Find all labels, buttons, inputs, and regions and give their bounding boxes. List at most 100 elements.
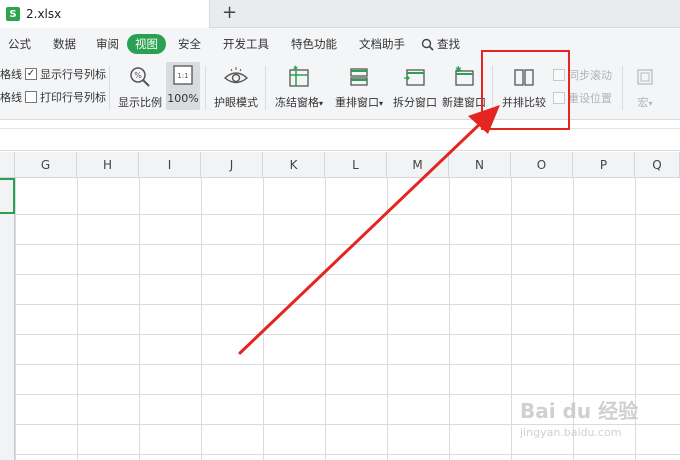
column-header-h[interactable]: H <box>77 152 139 178</box>
search-label: 查找 <box>437 37 460 51</box>
sync-scroll-label: 同步滚动 <box>568 69 612 82</box>
freeze-panes-button[interactable]: ✱ 冻结窗格▾ <box>272 64 326 110</box>
grid-column-line <box>139 178 140 460</box>
active-cell[interactable] <box>0 178 15 214</box>
zoom-button[interactable]: % 显示比例 <box>117 64 163 110</box>
grid-row-line <box>15 454 680 455</box>
grid-row-line <box>15 424 680 425</box>
split-window-icon <box>404 69 425 86</box>
column-header-o[interactable]: O <box>511 152 573 178</box>
menu-bar: 公式 数据 审阅 视图 安全 开发工具 特色功能 文档助手 查找 <box>0 28 680 60</box>
formula-bar-area <box>0 121 680 151</box>
column-header-n[interactable]: N <box>449 152 511 178</box>
reset-position-label: 重设位置 <box>568 92 612 105</box>
zoom-percent-icon: % <box>130 67 150 87</box>
rearrange-windows-label: 重排窗口▾ <box>335 94 383 110</box>
menu-developer[interactable]: 开发工具 <box>215 36 277 52</box>
tab-bar: S 2.xlsx + <box>0 0 680 28</box>
grid-column-line <box>449 178 450 460</box>
formula-bar-divider <box>0 128 680 129</box>
column-header-q[interactable]: Q <box>635 152 680 178</box>
macro-text: 宏 <box>637 96 649 109</box>
new-window-label: 新建窗口 <box>442 96 486 109</box>
baidu-watermark-url: jingyan.baidu.com <box>520 426 622 439</box>
macro-icon <box>637 69 653 85</box>
grid-row-line <box>15 244 680 245</box>
column-header-g[interactable]: G <box>15 152 77 178</box>
eye-protection-label: 护眼模式 <box>214 96 258 109</box>
split-window-label: 拆分窗口 <box>393 96 437 109</box>
grid-column-line <box>511 178 512 460</box>
eye-protection-button[interactable]: 护眼模式 <box>212 64 260 110</box>
baidu-watermark: Bai du 经验 <box>520 399 639 423</box>
rearrange-windows-button[interactable]: 重排窗口▾ <box>332 64 386 110</box>
search-icon <box>421 38 434 51</box>
wps-sheet-icon: S <box>6 7 20 21</box>
grid-column-line <box>77 178 78 460</box>
menu-formulas[interactable]: 公式 <box>0 36 39 52</box>
print-row-col-headers-checkbox[interactable]: 格线 打印行号列标 <box>0 89 106 105</box>
zoom-label: 显示比例 <box>118 96 162 109</box>
one-to-one-icon-text: 1:1 <box>177 72 188 80</box>
macro-button[interactable]: 宏▾ <box>628 64 662 110</box>
search-button[interactable]: 查找 <box>413 36 468 52</box>
highlight-box <box>481 50 570 130</box>
print-gridlines-label-clipped: 格线 <box>0 91 22 104</box>
rearrange-windows-icon <box>350 68 368 86</box>
column-header[interactable] <box>0 152 15 178</box>
dropdown-arrow-icon: ▾ <box>648 99 653 108</box>
grid-column-line <box>325 178 326 460</box>
gridlines-label-clipped: 格线 <box>0 68 22 81</box>
ribbon: 格线 ✓ 显示行号列标 格线 打印行号列标 % 显示比例 1:1 100% 护眼… <box>0 60 680 120</box>
dropdown-arrow-icon: ▾ <box>318 99 323 108</box>
eye-icon <box>223 67 249 84</box>
show-row-col-headers-label: 显示行号列标 <box>40 68 106 81</box>
column-header-k[interactable]: K <box>263 152 325 178</box>
grid-column-line <box>387 178 388 460</box>
show-row-col-headers-checkbox[interactable]: 格线 ✓ 显示行号列标 <box>0 66 106 82</box>
column-header-m[interactable]: M <box>387 152 449 178</box>
new-window-icon: ✱ <box>455 65 474 86</box>
grid-row-line <box>15 274 680 275</box>
one-to-one-icon: 1:1 <box>173 65 193 85</box>
column-header-j[interactable]: J <box>201 152 263 178</box>
grid-row-line <box>15 304 680 305</box>
menu-doc-assistant[interactable]: 文档助手 <box>351 36 413 52</box>
column-header-p[interactable]: P <box>573 152 635 178</box>
checkbox-unchecked-icon[interactable] <box>25 91 37 103</box>
split-window-button[interactable]: 拆分窗口 <box>392 64 438 110</box>
new-tab-button[interactable]: + <box>222 4 237 22</box>
svg-text:%: % <box>134 71 142 80</box>
column-header-i[interactable]: I <box>139 152 201 178</box>
ribbon-separator <box>265 66 266 110</box>
svg-text:✱: ✱ <box>455 65 462 74</box>
checkbox-checked-icon[interactable]: ✓ <box>25 68 37 80</box>
svg-text:✱: ✱ <box>293 65 298 72</box>
grid-column-line <box>201 178 202 460</box>
print-row-col-headers-label: 打印行号列标 <box>40 91 106 104</box>
rearrange-windows-text: 重排窗口 <box>334 96 379 109</box>
freeze-panes-text: 冻结窗格 <box>274 96 319 109</box>
freeze-panes-icon: ✱ <box>289 65 309 87</box>
ribbon-separator <box>109 66 110 110</box>
row-header-strip[interactable] <box>0 178 15 460</box>
grid-column-line <box>263 178 264 460</box>
ribbon-separator <box>205 66 206 110</box>
freeze-panes-label: 冻结窗格▾ <box>275 94 323 110</box>
document-tab-title: 2.xlsx <box>26 7 62 21</box>
menu-data[interactable]: 数据 <box>45 36 84 52</box>
menu-features[interactable]: 特色功能 <box>283 36 345 52</box>
menu-review[interactable]: 审阅 <box>88 36 127 52</box>
menu-security[interactable]: 安全 <box>170 36 209 52</box>
menu-view[interactable]: 视图 <box>127 34 166 54</box>
grid-row-line <box>15 214 680 215</box>
grid-row-line <box>15 364 680 365</box>
grid-row-line <box>15 334 680 335</box>
column-header-l[interactable]: L <box>325 152 387 178</box>
macro-label: 宏▾ <box>637 94 652 110</box>
dropdown-arrow-icon: ▾ <box>378 99 383 108</box>
document-tab[interactable]: S 2.xlsx <box>0 0 210 28</box>
zoom-100-button[interactable]: 1:1 100% <box>166 62 200 110</box>
zoom-100-label: 100% <box>167 92 199 105</box>
grid-column-line <box>15 178 16 460</box>
